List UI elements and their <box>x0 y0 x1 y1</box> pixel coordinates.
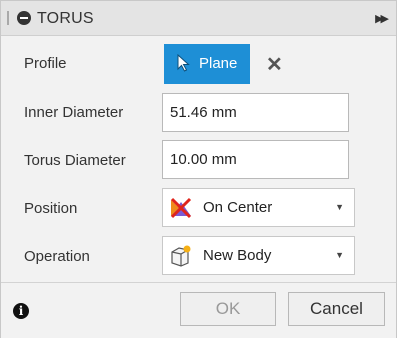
chevron-down-icon: ▼ <box>335 250 344 260</box>
chevron-down-icon: ▼ <box>335 202 344 212</box>
cancel-button[interactable]: Cancel <box>288 292 385 326</box>
dialog-footer: i OK Cancel <box>1 282 396 338</box>
ok-button[interactable]: OK <box>180 292 276 326</box>
torus-icon <box>17 11 31 25</box>
info-icon[interactable]: i <box>13 303 29 319</box>
on-center-icon <box>169 196 193 220</box>
operation-label: Operation <box>24 248 90 265</box>
position-dropdown[interactable]: On Center ▼ <box>162 188 355 227</box>
dialog-title: TORUS <box>37 10 94 27</box>
drag-grip[interactable] <box>7 11 9 25</box>
torus-diameter-label: Torus Diameter <box>24 152 126 169</box>
torus-dialog: TORUS ▶▶ Profile Plane ✕ Inner Diameter … <box>0 0 397 338</box>
expand-icon[interactable]: ▶▶ <box>375 12 389 25</box>
profile-select-button[interactable]: Plane <box>164 44 250 84</box>
cursor-icon <box>177 53 191 77</box>
clear-icon[interactable]: ✕ <box>266 52 283 77</box>
dialog-titlebar[interactable]: TORUS ▶▶ <box>1 1 396 36</box>
inner-diameter-field[interactable]: 51.46 mm <box>162 93 349 132</box>
inner-diameter-label: Inner Diameter <box>24 104 124 121</box>
profile-selection-label: Plane <box>199 55 238 72</box>
torus-diameter-field[interactable]: 10.00 mm <box>162 140 349 179</box>
operation-dropdown[interactable]: New Body ▼ <box>162 236 355 275</box>
profile-label: Profile <box>24 55 67 72</box>
position-value: On Center <box>203 199 273 216</box>
new-body-icon <box>169 244 193 268</box>
position-label: Position <box>24 200 78 217</box>
operation-value: New Body <box>203 247 272 264</box>
